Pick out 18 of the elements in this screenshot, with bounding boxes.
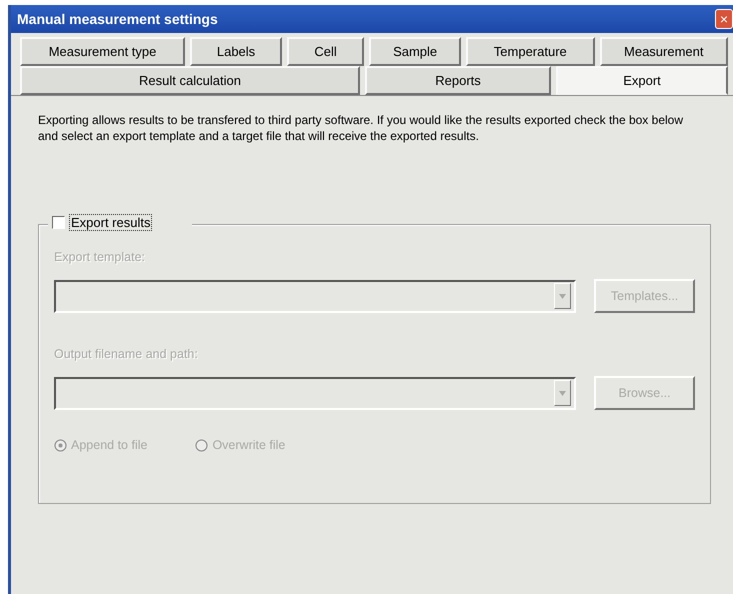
dropdown-field[interactable] bbox=[54, 376, 576, 410]
close-button[interactable]: × bbox=[715, 9, 733, 29]
dropdown-field[interactable] bbox=[54, 280, 576, 312]
field-label: Output filename and path: bbox=[54, 347, 199, 361]
window-title: Manual measurement settings bbox=[17, 11, 218, 27]
tab[interactable]: Cell bbox=[286, 37, 364, 66]
description-text: Exporting allows results to be transfered to third party software. If you would like the results exported check the box below and select an export template and a target file that will receive the exported results. bbox=[38, 112, 684, 144]
tab[interactable]: Export bbox=[556, 66, 728, 95]
tab[interactable]: Result calculation bbox=[20, 66, 360, 95]
tab[interactable]: Reports bbox=[365, 66, 551, 95]
tab[interactable]: Measurement type bbox=[20, 37, 186, 66]
tab[interactable]: Labels bbox=[190, 37, 282, 66]
checkbox[interactable] bbox=[52, 216, 65, 229]
checkbox-label[interactable]: Export results bbox=[69, 214, 152, 231]
tab[interactable]: Measurement bbox=[600, 37, 728, 66]
tab[interactable]: Temperature bbox=[466, 37, 595, 66]
field-label: Export template: bbox=[54, 250, 146, 264]
tab[interactable]: Sample bbox=[369, 37, 462, 66]
